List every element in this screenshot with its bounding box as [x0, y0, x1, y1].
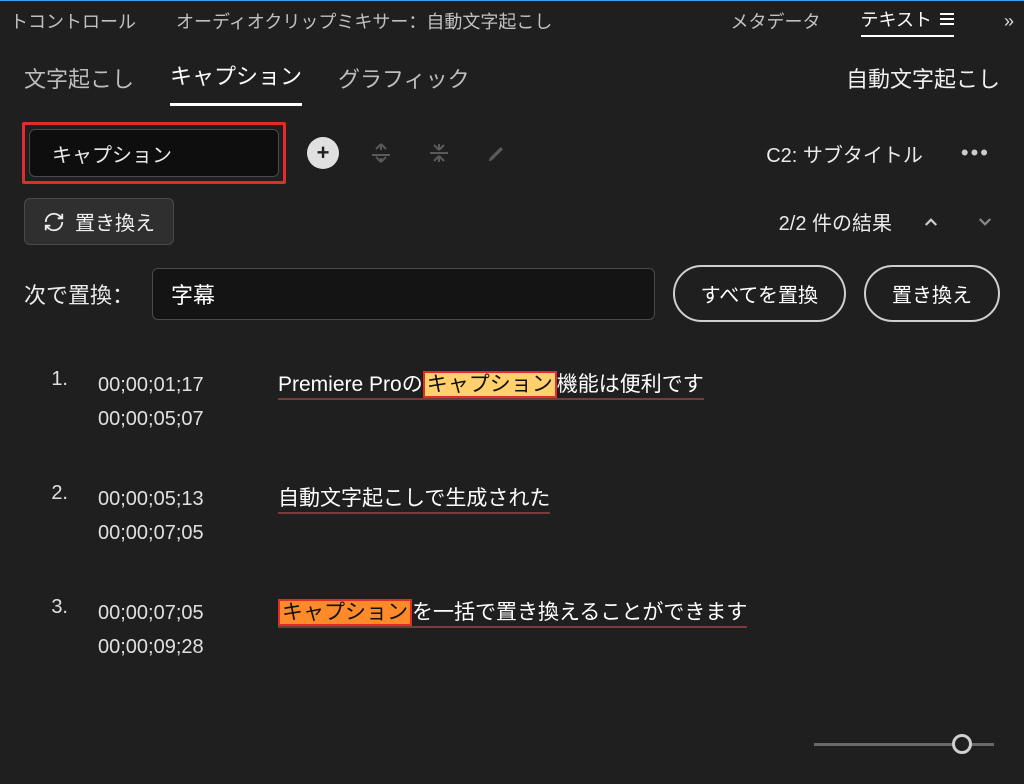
replace-with-label: 次で置換：	[24, 278, 134, 310]
tab-transcript[interactable]: 文字起こし	[24, 62, 134, 106]
search-box[interactable]	[29, 129, 279, 177]
caption-text[interactable]: 自動文字起こしで生成された	[278, 482, 986, 550]
zoom-handle[interactable]	[952, 734, 972, 754]
caption-index: 3.	[38, 596, 68, 664]
caption-item[interactable]: 3. 00;00;07;0500;00;09;28 キャプションを一括で置き換えるこ…	[24, 580, 1000, 694]
next-result-button[interactable]	[970, 207, 1000, 237]
zoom-slider[interactable]	[814, 734, 994, 754]
edit-caption-button[interactable]	[476, 132, 518, 174]
panel-tab-label: テキスト	[861, 6, 932, 32]
search-results-count: 2/2 件の結果	[779, 207, 1000, 237]
panel-tab-active[interactable]: テキスト	[861, 6, 954, 37]
caption-timecodes: 00;00;01;1700;00;05;07	[98, 368, 248, 436]
caption-text[interactable]: キャプションを一括で置き換えることができます	[278, 596, 986, 664]
panel-tab[interactable]: メタデータ	[731, 8, 821, 34]
more-options-button[interactable]: •••	[949, 140, 1002, 166]
split-caption-button[interactable]	[360, 132, 402, 174]
prev-result-button[interactable]	[916, 207, 946, 237]
caption-text[interactable]: Premiere Proのキャプション機能は便利です	[278, 368, 986, 436]
chevron-up-icon	[922, 213, 940, 231]
refresh-icon	[43, 211, 65, 233]
search-match: キャプション	[278, 599, 412, 626]
replace-with-row: 次で置換： すべてを置換 置き換え	[0, 259, 1024, 342]
replace-one-button[interactable]: 置き換え	[864, 265, 1000, 322]
replace-toggle-button[interactable]: 置き換え	[24, 198, 174, 245]
search-input[interactable]	[52, 142, 317, 165]
caption-timecodes: 00;00;07;0500;00;09;28	[98, 596, 248, 664]
tab-graphics[interactable]: グラフィック	[338, 62, 470, 106]
tab-captions[interactable]: キャプション	[170, 59, 302, 106]
split-up-icon	[369, 141, 393, 165]
text-panel-subtabs: 文字起こし キャプション グラフィック 自動文字起こし	[0, 41, 1024, 106]
search-highlight-box	[22, 122, 286, 184]
caption-item[interactable]: 1. 00;00;01;1700;00;05;07 Premiere Proのキャプ…	[24, 352, 1000, 466]
overflow-icon[interactable]: »	[1004, 11, 1014, 32]
caption-toolbar: + C2: サブタイトル •••	[0, 106, 1024, 192]
merge-caption-button[interactable]	[418, 132, 460, 174]
replace-toggle-row: 置き換え 2/2 件の結果	[0, 192, 1024, 259]
panel-tab[interactable]: トコントロール	[10, 8, 136, 34]
panel-tab[interactable]: オーディオクリップミキサー：自動文字起こし	[176, 8, 552, 34]
pencil-icon	[486, 142, 508, 164]
sequence-name-label: 自動文字起こし	[846, 62, 1000, 106]
replace-toggle-label: 置き換え	[75, 207, 155, 236]
chevron-down-icon	[976, 213, 994, 231]
caption-item[interactable]: 2. 00;00;05;1300;00;07;05 自動文字起こしで生成された	[24, 466, 1000, 580]
replace-all-button[interactable]: すべてを置換	[673, 265, 846, 322]
add-caption-button[interactable]: +	[302, 132, 344, 174]
caption-index: 1.	[38, 368, 68, 436]
replace-input[interactable]	[152, 268, 655, 320]
panel-tab-bar: トコントロール オーディオクリップミキサー：自動文字起こし メタデータ テキスト…	[0, 1, 1024, 41]
caption-list: 1. 00;00;01;1700;00;05;07 Premiere Proのキャプ…	[0, 342, 1024, 704]
plus-icon: +	[307, 137, 339, 169]
caption-timecodes: 00;00;05;1300;00;07;05	[98, 482, 248, 550]
merge-icon	[427, 141, 451, 165]
search-match: キャプション	[423, 371, 557, 398]
caption-track-label[interactable]: C2: サブタイトル	[766, 139, 933, 168]
panel-menu-icon[interactable]	[940, 13, 954, 25]
caption-index: 2.	[38, 482, 68, 550]
